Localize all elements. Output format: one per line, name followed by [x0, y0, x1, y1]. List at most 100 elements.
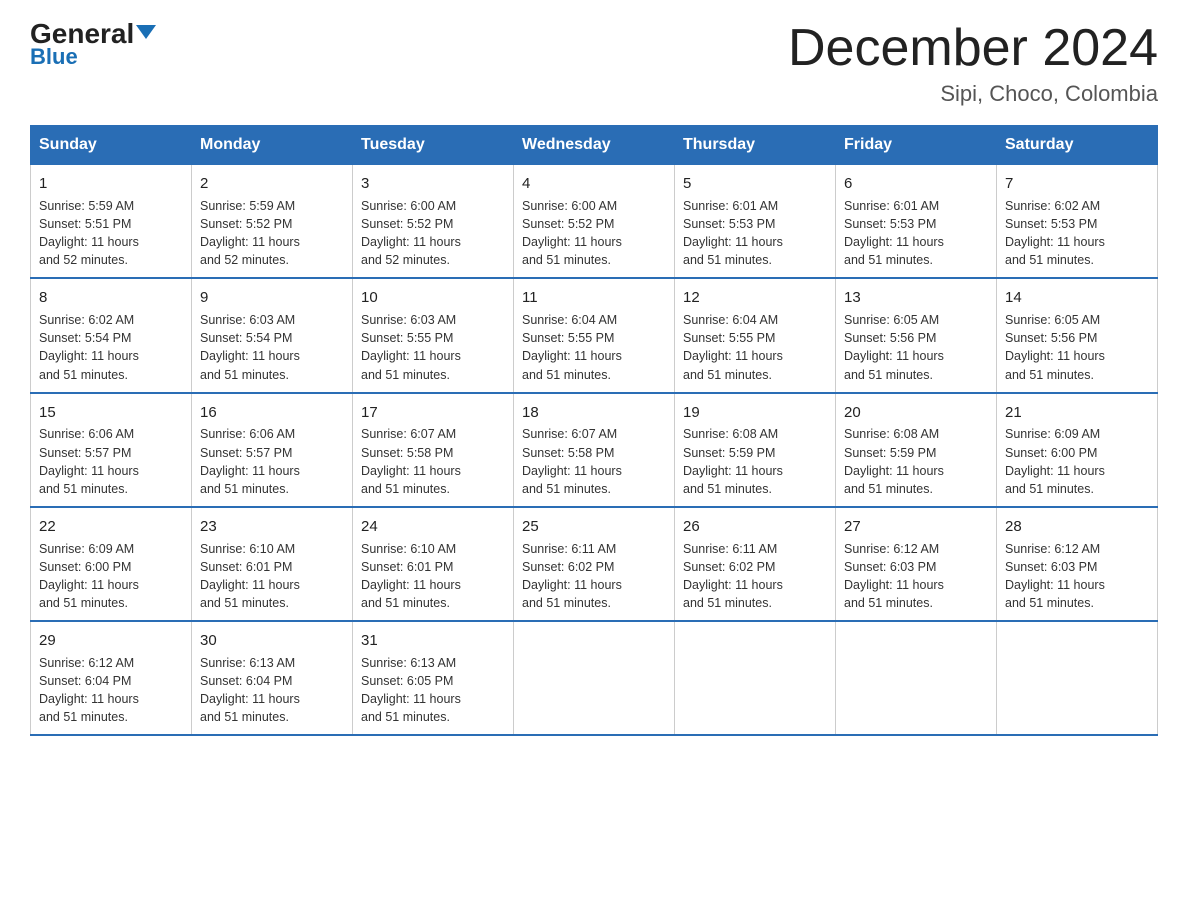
week-row-2: 8Sunrise: 6:02 AM Sunset: 5:54 PM Daylig… [31, 278, 1158, 392]
day-number: 12 [683, 287, 827, 309]
day-number: 27 [844, 516, 988, 538]
day-number: 8 [39, 287, 183, 309]
logo: General Blue [30, 20, 156, 70]
day-number: 18 [522, 402, 666, 424]
header-sunday: Sunday [31, 126, 192, 165]
day-number: 21 [1005, 402, 1149, 424]
header-saturday: Saturday [997, 126, 1158, 165]
calendar-cell: 21Sunrise: 6:09 AM Sunset: 6:00 PM Dayli… [997, 393, 1158, 507]
day-number: 31 [361, 630, 505, 652]
day-number: 2 [200, 173, 344, 195]
day-info: Sunrise: 6:12 AM Sunset: 6:03 PM Dayligh… [844, 540, 988, 613]
calendar-cell: 17Sunrise: 6:07 AM Sunset: 5:58 PM Dayli… [353, 393, 514, 507]
month-title: December 2024 [788, 20, 1158, 77]
day-number: 3 [361, 173, 505, 195]
day-info: Sunrise: 6:13 AM Sunset: 6:05 PM Dayligh… [361, 654, 505, 727]
calendar-cell: 28Sunrise: 6:12 AM Sunset: 6:03 PM Dayli… [997, 507, 1158, 621]
day-info: Sunrise: 6:12 AM Sunset: 6:04 PM Dayligh… [39, 654, 183, 727]
header-friday: Friday [836, 126, 997, 165]
day-info: Sunrise: 6:09 AM Sunset: 6:00 PM Dayligh… [39, 540, 183, 613]
day-info: Sunrise: 6:04 AM Sunset: 5:55 PM Dayligh… [683, 311, 827, 384]
calendar-cell: 2Sunrise: 5:59 AM Sunset: 5:52 PM Daylig… [192, 165, 353, 279]
day-number: 26 [683, 516, 827, 538]
day-number: 10 [361, 287, 505, 309]
calendar-cell: 9Sunrise: 6:03 AM Sunset: 5:54 PM Daylig… [192, 278, 353, 392]
calendar-cell [997, 621, 1158, 735]
calendar-cell: 8Sunrise: 6:02 AM Sunset: 5:54 PM Daylig… [31, 278, 192, 392]
day-info: Sunrise: 6:05 AM Sunset: 5:56 PM Dayligh… [844, 311, 988, 384]
title-area: December 2024 Sipi, Choco, Colombia [788, 20, 1158, 107]
calendar-cell: 4Sunrise: 6:00 AM Sunset: 5:52 PM Daylig… [514, 165, 675, 279]
week-row-1: 1Sunrise: 5:59 AM Sunset: 5:51 PM Daylig… [31, 165, 1158, 279]
day-info: Sunrise: 6:07 AM Sunset: 5:58 PM Dayligh… [361, 425, 505, 498]
day-info: Sunrise: 6:08 AM Sunset: 5:59 PM Dayligh… [683, 425, 827, 498]
calendar-cell: 5Sunrise: 6:01 AM Sunset: 5:53 PM Daylig… [675, 165, 836, 279]
day-number: 15 [39, 402, 183, 424]
calendar-cell: 25Sunrise: 6:11 AM Sunset: 6:02 PM Dayli… [514, 507, 675, 621]
calendar-cell: 18Sunrise: 6:07 AM Sunset: 5:58 PM Dayli… [514, 393, 675, 507]
day-info: Sunrise: 6:06 AM Sunset: 5:57 PM Dayligh… [39, 425, 183, 498]
day-info: Sunrise: 5:59 AM Sunset: 5:52 PM Dayligh… [200, 197, 344, 270]
week-row-3: 15Sunrise: 6:06 AM Sunset: 5:57 PM Dayli… [31, 393, 1158, 507]
calendar-cell: 13Sunrise: 6:05 AM Sunset: 5:56 PM Dayli… [836, 278, 997, 392]
day-info: Sunrise: 6:00 AM Sunset: 5:52 PM Dayligh… [522, 197, 666, 270]
day-info: Sunrise: 6:04 AM Sunset: 5:55 PM Dayligh… [522, 311, 666, 384]
page-header: General Blue December 2024 Sipi, Choco, … [30, 20, 1158, 107]
day-number: 5 [683, 173, 827, 195]
header-tuesday: Tuesday [353, 126, 514, 165]
calendar-cell: 11Sunrise: 6:04 AM Sunset: 5:55 PM Dayli… [514, 278, 675, 392]
location: Sipi, Choco, Colombia [788, 81, 1158, 107]
day-number: 6 [844, 173, 988, 195]
day-info: Sunrise: 6:00 AM Sunset: 5:52 PM Dayligh… [361, 197, 505, 270]
day-info: Sunrise: 6:10 AM Sunset: 6:01 PM Dayligh… [200, 540, 344, 613]
day-number: 14 [1005, 287, 1149, 309]
day-info: Sunrise: 6:06 AM Sunset: 5:57 PM Dayligh… [200, 425, 344, 498]
calendar-cell: 7Sunrise: 6:02 AM Sunset: 5:53 PM Daylig… [997, 165, 1158, 279]
day-info: Sunrise: 6:11 AM Sunset: 6:02 PM Dayligh… [522, 540, 666, 613]
day-info: Sunrise: 6:12 AM Sunset: 6:03 PM Dayligh… [1005, 540, 1149, 613]
day-number: 28 [1005, 516, 1149, 538]
calendar-cell: 1Sunrise: 5:59 AM Sunset: 5:51 PM Daylig… [31, 165, 192, 279]
calendar-cell: 24Sunrise: 6:10 AM Sunset: 6:01 PM Dayli… [353, 507, 514, 621]
calendar-cell: 3Sunrise: 6:00 AM Sunset: 5:52 PM Daylig… [353, 165, 514, 279]
day-number: 16 [200, 402, 344, 424]
calendar-cell: 30Sunrise: 6:13 AM Sunset: 6:04 PM Dayli… [192, 621, 353, 735]
day-number: 25 [522, 516, 666, 538]
day-number: 30 [200, 630, 344, 652]
day-info: Sunrise: 6:09 AM Sunset: 6:00 PM Dayligh… [1005, 425, 1149, 498]
calendar-table: SundayMondayTuesdayWednesdayThursdayFrid… [30, 125, 1158, 736]
day-info: Sunrise: 6:01 AM Sunset: 5:53 PM Dayligh… [683, 197, 827, 270]
day-info: Sunrise: 6:05 AM Sunset: 5:56 PM Dayligh… [1005, 311, 1149, 384]
calendar-cell: 29Sunrise: 6:12 AM Sunset: 6:04 PM Dayli… [31, 621, 192, 735]
calendar-cell: 31Sunrise: 6:13 AM Sunset: 6:05 PM Dayli… [353, 621, 514, 735]
day-info: Sunrise: 6:02 AM Sunset: 5:53 PM Dayligh… [1005, 197, 1149, 270]
calendar-cell: 23Sunrise: 6:10 AM Sunset: 6:01 PM Dayli… [192, 507, 353, 621]
logo-blue: Blue [30, 44, 78, 70]
day-number: 20 [844, 402, 988, 424]
calendar-cell: 12Sunrise: 6:04 AM Sunset: 5:55 PM Dayli… [675, 278, 836, 392]
calendar-cell: 16Sunrise: 6:06 AM Sunset: 5:57 PM Dayli… [192, 393, 353, 507]
calendar-cell [675, 621, 836, 735]
day-number: 7 [1005, 173, 1149, 195]
day-info: Sunrise: 5:59 AM Sunset: 5:51 PM Dayligh… [39, 197, 183, 270]
day-info: Sunrise: 6:03 AM Sunset: 5:54 PM Dayligh… [200, 311, 344, 384]
day-info: Sunrise: 6:08 AM Sunset: 5:59 PM Dayligh… [844, 425, 988, 498]
week-row-4: 22Sunrise: 6:09 AM Sunset: 6:00 PM Dayli… [31, 507, 1158, 621]
calendar-cell: 14Sunrise: 6:05 AM Sunset: 5:56 PM Dayli… [997, 278, 1158, 392]
calendar-cell: 22Sunrise: 6:09 AM Sunset: 6:00 PM Dayli… [31, 507, 192, 621]
day-number: 1 [39, 173, 183, 195]
day-number: 24 [361, 516, 505, 538]
day-info: Sunrise: 6:01 AM Sunset: 5:53 PM Dayligh… [844, 197, 988, 270]
calendar-cell: 15Sunrise: 6:06 AM Sunset: 5:57 PM Dayli… [31, 393, 192, 507]
day-info: Sunrise: 6:13 AM Sunset: 6:04 PM Dayligh… [200, 654, 344, 727]
header-wednesday: Wednesday [514, 126, 675, 165]
day-number: 23 [200, 516, 344, 538]
logo-triangle-icon [136, 25, 156, 39]
header-monday: Monday [192, 126, 353, 165]
day-number: 22 [39, 516, 183, 538]
day-number: 13 [844, 287, 988, 309]
day-number: 19 [683, 402, 827, 424]
day-number: 4 [522, 173, 666, 195]
day-number: 17 [361, 402, 505, 424]
day-info: Sunrise: 6:02 AM Sunset: 5:54 PM Dayligh… [39, 311, 183, 384]
